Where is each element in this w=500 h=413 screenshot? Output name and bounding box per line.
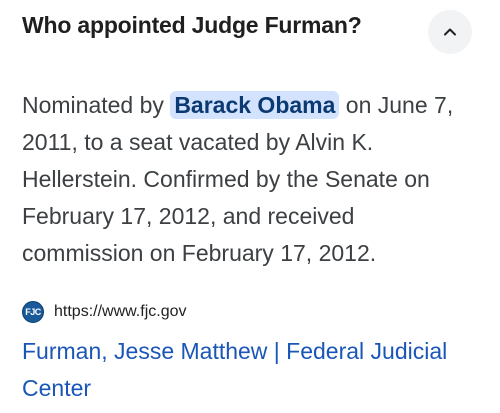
- result-title-line-1: Furman, Jesse Matthew | Federal Judicial: [22, 338, 448, 364]
- question-text: Who appointed Judge Furman?: [22, 12, 362, 38]
- result-title-link[interactable]: Furman, Jesse Matthew | Federal Judicial…: [22, 333, 492, 407]
- answer-line-2: 2011, to a seat vacated by Alvin K.: [22, 129, 374, 155]
- result-title-line-2: Center: [22, 375, 92, 401]
- accordion-header[interactable]: Who appointed Judge Furman?: [0, 0, 500, 56]
- answer-text: Nominated by Barack Obama on June 7, 201…: [22, 87, 484, 272]
- answer-line-1-prefix: Nominated by: [22, 92, 171, 118]
- collapse-button[interactable]: [428, 10, 472, 54]
- chevron-up-icon: [441, 23, 459, 41]
- fjc-favicon-icon: FJC: [22, 301, 44, 323]
- answer-line-1-suffix: on June 7,: [339, 92, 454, 118]
- source-row[interactable]: FJC https://www.fjc.gov: [22, 299, 187, 325]
- source-url: https://www.fjc.gov: [54, 303, 187, 320]
- answer-line-4: February 17, 2012, and received: [22, 203, 355, 229]
- highlighted-answer: Barack Obama: [170, 91, 340, 119]
- answer-line-3: Hellerstein. Confirmed by the Senate on: [22, 166, 430, 192]
- answer-line-5: commission on February 17, 2012.: [22, 240, 377, 266]
- answer-line-1: Nominated by Barack Obama on June 7,: [22, 87, 484, 124]
